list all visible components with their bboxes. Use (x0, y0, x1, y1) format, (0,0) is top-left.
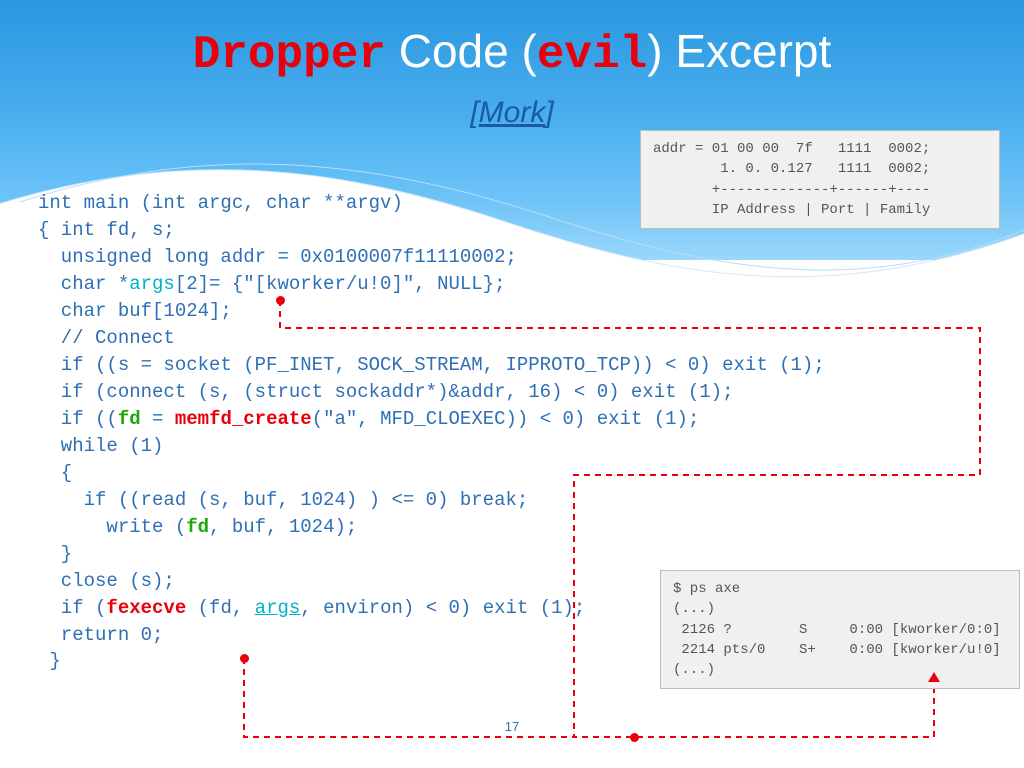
slide-subtitle: [Mork] (0, 96, 1024, 130)
line-dot-start (276, 296, 285, 305)
args-decl: args (129, 273, 175, 295)
code-block: int main (int argc, char **argv) { int f… (38, 190, 768, 675)
slide-title: Dropper Code (evil) Excerpt (0, 24, 1024, 81)
page-number: 17 (0, 719, 1024, 734)
callout-addr: addr = 01 00 00 7f 1111 0002; 1. 0. 0.12… (640, 130, 1000, 229)
memfd-create: memfd_create (175, 408, 312, 430)
arrowhead-icon (928, 672, 940, 682)
mork-link[interactable]: Mork (479, 96, 546, 129)
line-dot-corner (630, 733, 639, 742)
fexecve: fexecve (106, 597, 186, 619)
fd-write: fd (186, 516, 209, 538)
fd-assign: fd (118, 408, 141, 430)
title-word-dropper: Dropper (193, 29, 386, 81)
callout-ps: $ ps axe (...) 2126 ? S 0:00 [kworker/0:… (660, 570, 1020, 689)
line-dot-args (240, 654, 249, 663)
args-use: args (255, 597, 301, 619)
title-word-evil: evil (537, 29, 647, 81)
